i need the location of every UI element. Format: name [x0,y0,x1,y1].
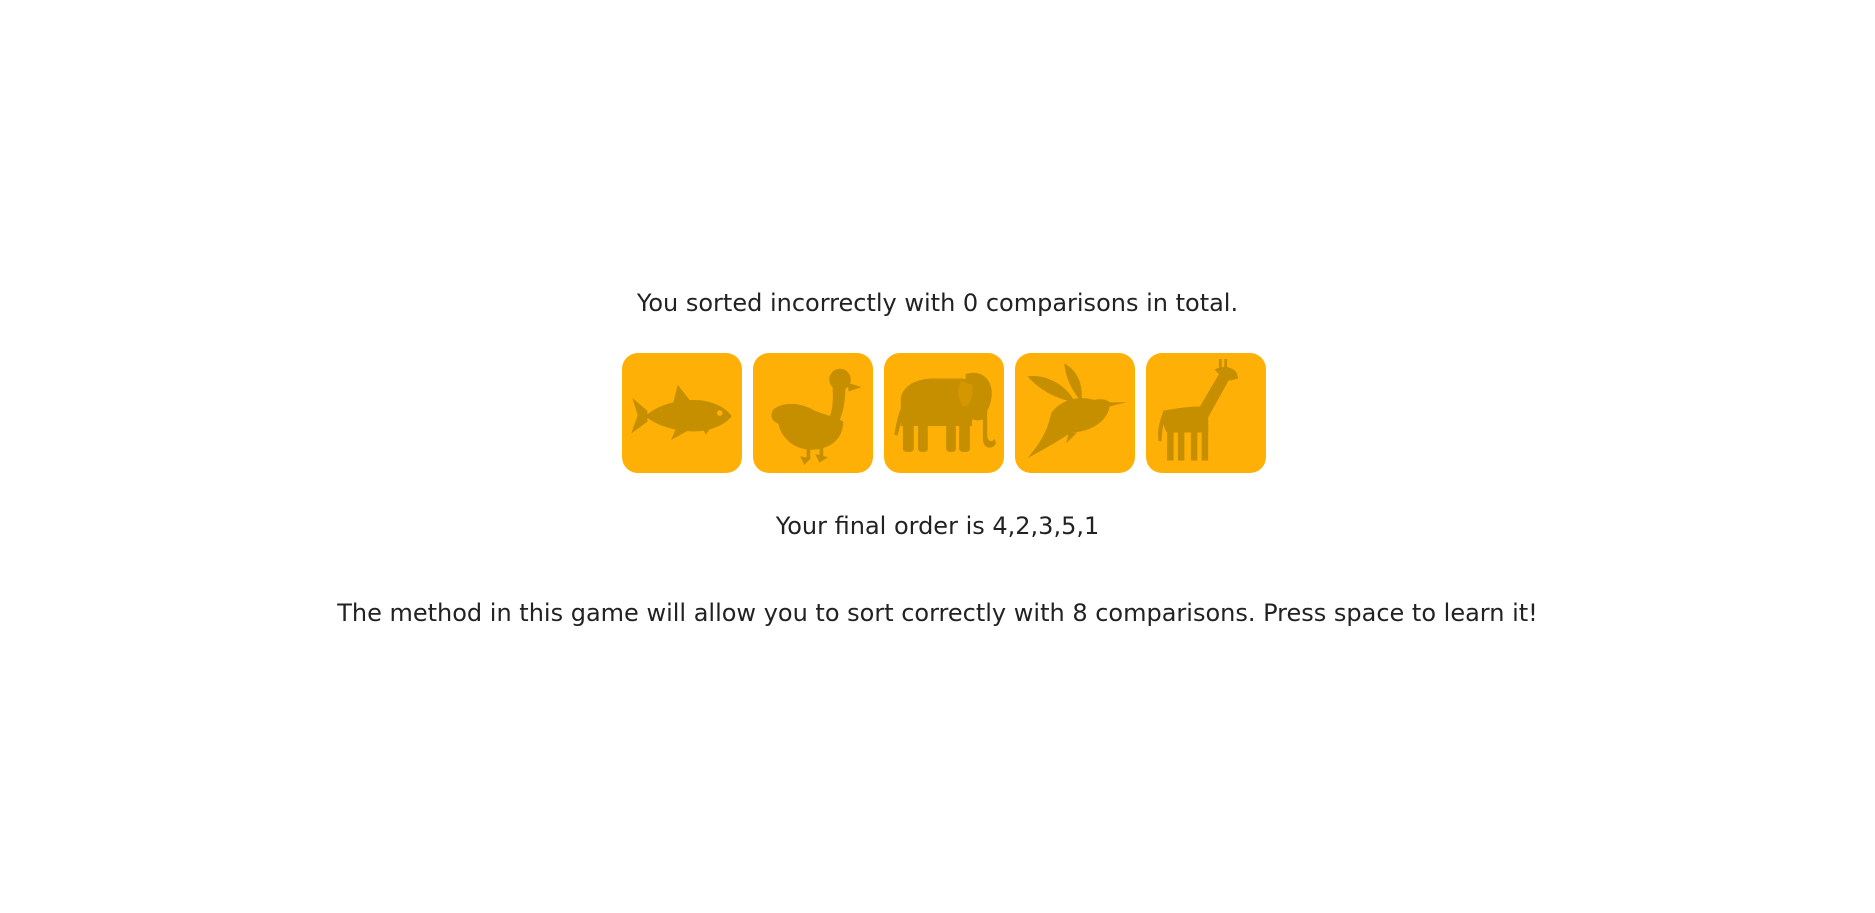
duck-icon [771,368,862,465]
animal-tile-duck[interactable] [753,353,873,473]
elephant-icon [894,372,996,452]
animal-tiles-row [622,353,1266,473]
hummingbird-icon [1027,363,1127,459]
fish-icon [631,384,732,440]
animal-tile-fish[interactable] [622,353,742,473]
method-instruction-text: The method in this game will allow you t… [337,599,1538,627]
animal-tile-hummingbird[interactable] [1015,353,1135,473]
final-order-text: Your final order is 4,2,3,5,1 [775,512,1100,540]
animal-tile-elephant[interactable] [884,353,1004,473]
animal-tile-giraffe[interactable] [1146,353,1266,473]
result-summary-text: You sorted incorrectly with 0 comparison… [636,289,1239,317]
giraffe-icon [1158,359,1239,461]
